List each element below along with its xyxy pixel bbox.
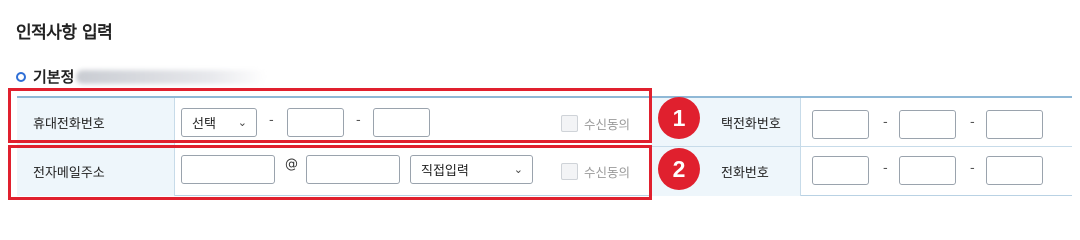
work-phone-separator-2: - [970, 161, 975, 176]
home-phone-last-input[interactable] [986, 110, 1043, 139]
highlight-box-mobile [8, 88, 652, 143]
section-header: 기본정 [16, 66, 267, 87]
home-phone-separator-2: - [970, 115, 975, 130]
page-title: 인적사항 입력 [16, 23, 113, 43]
annotation-badge-1: 1 [658, 97, 700, 139]
work-phone-area-input[interactable] [812, 156, 869, 185]
blurred-section-text [76, 69, 267, 84]
home-phone-separator-1: - [883, 115, 888, 130]
work-phone-middle-input[interactable] [899, 156, 956, 185]
work-phone-separator-1: - [883, 161, 888, 176]
home-phone-area-input[interactable] [812, 110, 869, 139]
home-phone-middle-input[interactable] [899, 110, 956, 139]
circle-bullet-icon [16, 71, 26, 82]
section-title: 기본정 [33, 68, 75, 86]
annotation-badge-2: 2 [658, 148, 700, 190]
highlight-box-email [8, 145, 652, 200]
work-phone-last-input[interactable] [986, 156, 1043, 185]
